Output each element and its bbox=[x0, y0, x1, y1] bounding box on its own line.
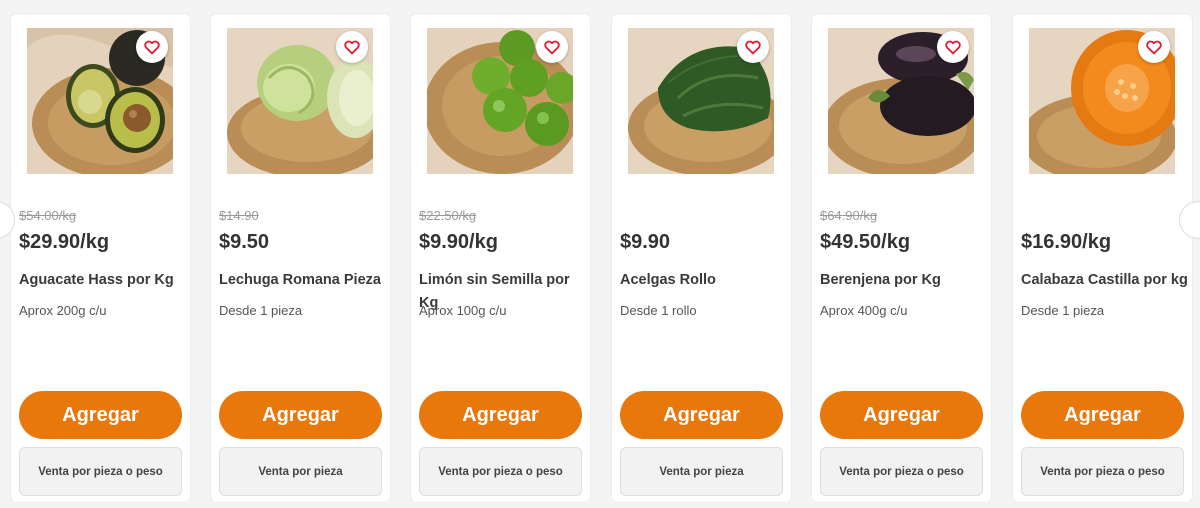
add-to-cart-button[interactable]: Agregar bbox=[419, 391, 582, 439]
heart-outline-icon bbox=[745, 40, 761, 55]
product-name[interactable]: Acelgas Rollo bbox=[620, 269, 788, 292]
favorite-button[interactable] bbox=[1138, 31, 1170, 63]
sale-type-button[interactable]: Venta por pieza bbox=[620, 447, 783, 496]
product-description: Desde 1 rollo bbox=[620, 303, 697, 318]
product-name[interactable]: Berenjena por Kg bbox=[820, 269, 988, 292]
sale-type-button[interactable]: Venta por pieza bbox=[219, 447, 382, 496]
sale-type-button[interactable]: Venta por pieza o peso bbox=[19, 447, 182, 496]
favorite-button[interactable] bbox=[136, 31, 168, 63]
product-card[interactable]: $22.50/kg $9.90/kg Limón sin Semilla por… bbox=[411, 14, 590, 502]
product-description: Desde 1 pieza bbox=[219, 303, 303, 318]
product-card[interactable]: $16.90/kg Calabaza Castilla por kg Desde… bbox=[1013, 14, 1192, 502]
old-price: $54.00/kg bbox=[19, 208, 77, 223]
favorite-button[interactable] bbox=[737, 31, 769, 63]
add-to-cart-button[interactable]: Agregar bbox=[219, 391, 382, 439]
add-to-cart-button[interactable]: Agregar bbox=[1021, 391, 1184, 439]
product-card[interactable]: $54.00/kg $29.90/kg Aguacate Hass por Kg… bbox=[11, 14, 190, 502]
favorite-button[interactable] bbox=[937, 31, 969, 63]
add-to-cart-button[interactable]: Agregar bbox=[620, 391, 783, 439]
heart-outline-icon bbox=[945, 40, 961, 55]
price: $29.90/kg bbox=[19, 231, 110, 253]
price: $49.50/kg bbox=[820, 231, 911, 253]
add-to-cart-button[interactable]: Agregar bbox=[19, 391, 182, 439]
heart-outline-icon bbox=[144, 40, 160, 55]
product-name[interactable]: Calabaza Castilla por kg bbox=[1021, 269, 1189, 292]
heart-outline-icon bbox=[344, 40, 360, 55]
sale-type-button[interactable]: Venta por pieza o peso bbox=[1021, 447, 1184, 496]
product-card[interactable]: $9.90 Acelgas Rollo Desde 1 rollo Agrega… bbox=[612, 14, 791, 502]
old-price: $64.90/kg bbox=[820, 208, 878, 223]
product-name[interactable]: Aguacate Hass por Kg bbox=[19, 269, 187, 292]
sale-type-button[interactable]: Venta por pieza o peso bbox=[820, 447, 983, 496]
add-to-cart-button[interactable]: Agregar bbox=[820, 391, 983, 439]
heart-outline-icon bbox=[544, 40, 560, 55]
price: $9.90 bbox=[620, 231, 671, 253]
product-carousel: $54.00/kg $29.90/kg Aguacate Hass por Kg… bbox=[0, 0, 1200, 508]
heart-outline-icon bbox=[1146, 40, 1162, 55]
old-price: $22.50/kg bbox=[419, 208, 477, 223]
sale-type-button[interactable]: Venta por pieza o peso bbox=[419, 447, 582, 496]
product-description: Aprox 100g c/u bbox=[419, 303, 507, 318]
product-name[interactable]: Lechuga Romana Pieza bbox=[219, 269, 387, 292]
product-description: Desde 1 pieza bbox=[1021, 303, 1105, 318]
price: $9.50 bbox=[219, 231, 270, 253]
product-description: Aprox 400g c/u bbox=[820, 303, 908, 318]
product-card[interactable]: $14.90 $9.50 Lechuga Romana Pieza Desde … bbox=[211, 14, 390, 502]
favorite-button[interactable] bbox=[336, 31, 368, 63]
old-price: $14.90 bbox=[219, 208, 259, 223]
product-description: Aprox 200g c/u bbox=[19, 303, 107, 318]
price: $9.90/kg bbox=[419, 231, 498, 253]
product-card[interactable]: $64.90/kg $49.50/kg Berenjena por Kg Apr… bbox=[812, 14, 991, 502]
price: $16.90/kg bbox=[1021, 231, 1112, 253]
favorite-button[interactable] bbox=[536, 31, 568, 63]
